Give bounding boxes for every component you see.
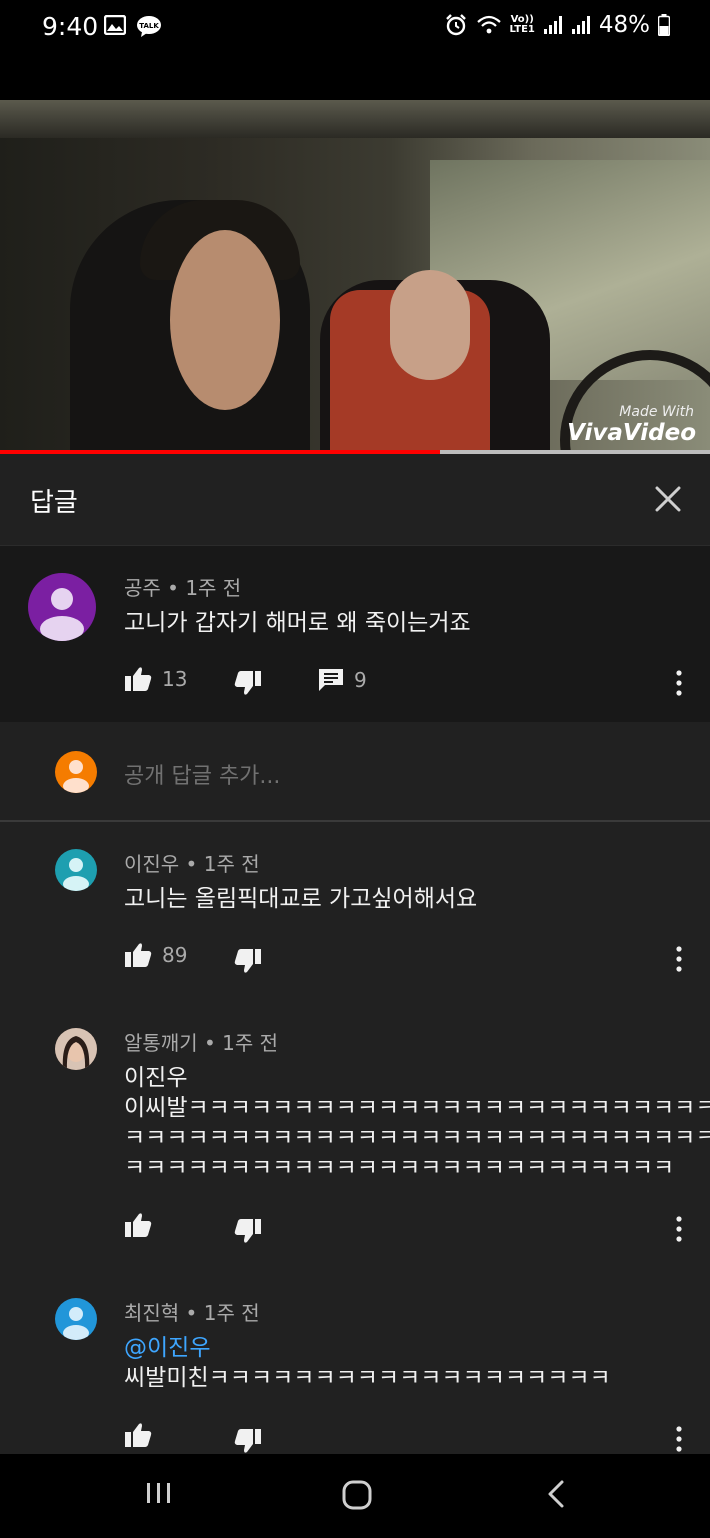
thumbs-up-icon bbox=[125, 943, 152, 967]
default-avatar-icon bbox=[63, 760, 89, 793]
like-button[interactable] bbox=[124, 1422, 152, 1448]
more-vert-icon[interactable] bbox=[669, 668, 689, 698]
battery-icon bbox=[658, 14, 670, 36]
thumbs-up-icon bbox=[125, 667, 152, 691]
signal-icon bbox=[543, 16, 562, 34]
home-icon[interactable] bbox=[340, 1478, 374, 1512]
reply-count: 9 bbox=[354, 668, 367, 692]
video-frame-face-right bbox=[390, 270, 470, 380]
reply-author[interactable]: 이진우 bbox=[124, 852, 179, 876]
comment-meta: 공주 • 1주 전 bbox=[124, 576, 242, 600]
like-count: 13 bbox=[162, 667, 188, 691]
avatar[interactable] bbox=[28, 573, 96, 641]
comment-text: 고니가 갑자기 해머로 왜 죽이는거죠 bbox=[124, 610, 471, 636]
reply-time: 1주 전 bbox=[203, 852, 260, 876]
avatar[interactable] bbox=[55, 1028, 97, 1070]
volte-lte-indicator: Vo)) LTE1 bbox=[510, 15, 535, 35]
panel-title: 답글 bbox=[30, 488, 78, 518]
like-count: 89 bbox=[162, 943, 188, 967]
reply-author[interactable]: 최진혁 bbox=[124, 1301, 179, 1325]
thumbs-up-icon bbox=[125, 1213, 152, 1237]
more-vert-icon[interactable] bbox=[669, 1424, 689, 1454]
signal-icon bbox=[571, 16, 590, 34]
dislike-button[interactable] bbox=[234, 670, 262, 696]
status-time: 9:40 bbox=[42, 12, 99, 41]
reply-text-line: ㅋㅋㅋㅋㅋㅋㅋㅋㅋㅋㅋㅋㅋㅋㅋㅋㅋㅋㅋㅋㅋㅋㅋㅋㅋㅋ bbox=[124, 1155, 675, 1181]
watermark-vivavideo: VivaVideo bbox=[567, 420, 696, 446]
avatar[interactable] bbox=[55, 849, 97, 891]
dislike-button[interactable] bbox=[234, 1218, 262, 1244]
thumbs-down-icon bbox=[234, 1219, 261, 1243]
avatar[interactable] bbox=[55, 1298, 97, 1340]
battery-percent: 48% bbox=[598, 12, 650, 38]
comment-author[interactable]: 공주 bbox=[124, 576, 161, 600]
reply-count-button[interactable]: 9 bbox=[318, 668, 367, 692]
reply-text-line: 이진우 bbox=[124, 1065, 188, 1091]
comment-icon bbox=[319, 669, 343, 691]
svg-text:TALK: TALK bbox=[139, 22, 159, 30]
thumbs-up-icon bbox=[125, 1423, 152, 1447]
reply-text-line: 이씨발ㅋㅋㅋㅋㅋㅋㅋㅋㅋㅋㅋㅋㅋㅋㅋㅋㅋㅋㅋㅋㅋㅋㅋㅋㅋ bbox=[124, 1095, 710, 1121]
status-bar: 9:40 TALK Vo)) LTE1 48% bbox=[0, 0, 710, 58]
thumbs-down-icon bbox=[234, 1429, 261, 1453]
add-reply-row[interactable]: 공개 답글 추가... bbox=[0, 722, 710, 822]
reply-meta: 이진우 • 1주 전 bbox=[124, 852, 260, 876]
add-reply-input[interactable]: 공개 답글 추가... bbox=[124, 758, 280, 790]
dislike-button[interactable] bbox=[234, 948, 262, 974]
main-comment: 공주 • 1주 전 고니가 갑자기 해머로 왜 죽이는거죠 13 9 bbox=[0, 546, 710, 722]
reply-time: 1주 전 bbox=[203, 1301, 260, 1325]
photo-avatar-icon bbox=[55, 1028, 97, 1070]
like-button[interactable]: 89 bbox=[124, 942, 187, 968]
reply-meta: 최진혁 • 1주 전 bbox=[124, 1301, 260, 1325]
thumbs-down-icon bbox=[234, 671, 261, 695]
alarm-icon bbox=[445, 14, 466, 36]
reply-time: 1주 전 bbox=[222, 1031, 279, 1055]
back-icon[interactable] bbox=[544, 1478, 570, 1510]
more-vert-icon[interactable] bbox=[669, 944, 689, 974]
default-avatar-icon bbox=[63, 1307, 89, 1340]
reply-meta: 알통깨기 • 1주 전 bbox=[124, 1031, 279, 1055]
default-avatar-icon bbox=[40, 588, 84, 641]
close-icon[interactable] bbox=[650, 481, 686, 517]
android-nav-bar bbox=[0, 1454, 710, 1538]
replies-panel-header: 답글 bbox=[0, 454, 710, 546]
reply-text-line: 씨발미친ㅋㅋㅋㅋㅋㅋㅋㅋㅋㅋㅋㅋㅋㅋㅋㅋㅋㅋㅋ bbox=[124, 1365, 611, 1391]
reply-text: 고니는 올림픽대교로 가고싶어해서요 bbox=[124, 886, 478, 912]
gallery-icon bbox=[104, 15, 126, 35]
wifi-icon bbox=[476, 15, 501, 34]
reply-author[interactable]: 알통깨기 bbox=[124, 1031, 198, 1055]
watermark-made-with: Made With bbox=[619, 404, 694, 420]
kakaotalk-icon: TALK bbox=[137, 16, 161, 37]
video-frame-face-left bbox=[170, 230, 280, 410]
like-button[interactable]: 13 bbox=[124, 666, 187, 692]
avatar bbox=[55, 751, 97, 793]
thumbs-down-icon bbox=[234, 949, 261, 973]
dislike-button[interactable] bbox=[234, 1428, 262, 1454]
status-right: Vo)) LTE1 48% bbox=[444, 12, 670, 38]
comment-time: 1주 전 bbox=[185, 576, 242, 600]
lte-label: LTE1 bbox=[509, 24, 535, 35]
like-button[interactable] bbox=[124, 1212, 152, 1238]
status-left-icons: TALK bbox=[104, 15, 162, 37]
replies-list: 이진우 • 1주 전 고니는 올림픽대교로 가고싶어해서요 89 알통깨기 • … bbox=[0, 822, 710, 1454]
video-player[interactable]: Made With VivaVideo bbox=[0, 100, 710, 452]
reply-mention[interactable]: @이진우 bbox=[124, 1333, 210, 1363]
reply-text-line: ㅋㅋㅋㅋㅋㅋㅋㅋㅋㅋㅋㅋㅋㅋㅋㅋㅋㅋㅋㅋㅋㅋㅋㅋㅋㅋㅋㅋ bbox=[124, 1125, 710, 1151]
video-frame-ceiling bbox=[0, 100, 710, 138]
recents-icon[interactable] bbox=[144, 1478, 174, 1508]
default-avatar-icon bbox=[63, 858, 89, 891]
more-vert-icon[interactable] bbox=[669, 1214, 689, 1244]
